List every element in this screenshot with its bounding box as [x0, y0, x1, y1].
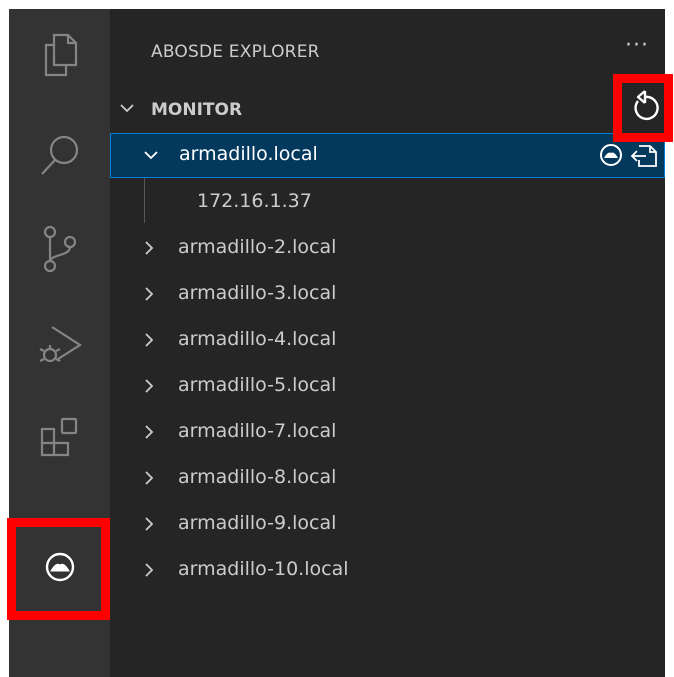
tree-item-armadillo-7[interactable]: armadillo-7.local [110, 410, 665, 455]
run-debug-icon[interactable] [9, 299, 110, 389]
tree-item-armadillo-3[interactable]: armadillo-3.local [110, 272, 665, 317]
tree-item-label: armadillo-7.local [178, 420, 337, 442]
highlight-box-refresh [613, 74, 673, 142]
sidebar: ABOSDE EXPLORER ··· MONITOR armadillo.lo… [110, 9, 665, 677]
search-icon[interactable] [9, 111, 110, 201]
chevron-down-icon [142, 146, 160, 169]
section-label: MONITOR [151, 100, 243, 120]
tree-item-label: armadillo-3.local [178, 282, 337, 304]
monitor-section-header[interactable]: MONITOR [110, 91, 665, 131]
explorer-icon[interactable] [9, 9, 110, 99]
abosde-connect-icon[interactable] [598, 142, 624, 173]
tree-item-label: armadillo-2.local [178, 236, 337, 258]
source-control-icon[interactable] [9, 204, 110, 294]
tree-item-armadillo-5[interactable]: armadillo-5.local [110, 364, 665, 409]
tree-item-armadillo-8[interactable]: armadillo-8.local [110, 456, 665, 501]
sidebar-title: ABOSDE EXPLORER [151, 42, 320, 62]
chevron-right-icon [142, 515, 156, 538]
tree-item-armadillo-2[interactable]: armadillo-2.local [110, 226, 665, 271]
chevron-down-icon [118, 99, 136, 121]
tree-item-label: armadillo-9.local [178, 512, 337, 534]
tree-item-label: armadillo-5.local [178, 374, 337, 396]
tree-item-label: 172.16.1.37 [197, 190, 312, 212]
tree-item-label: armadillo-4.local [178, 328, 337, 350]
chevron-right-icon [142, 377, 156, 400]
chevron-right-icon [142, 331, 156, 354]
extensions-icon[interactable] [9, 392, 110, 482]
tree-item-armadillo-4[interactable]: armadillo-4.local [110, 318, 665, 363]
chevron-right-icon [142, 285, 156, 308]
highlight-box-abosde-icon [7, 518, 110, 620]
chevron-right-icon [142, 239, 156, 262]
chevron-right-icon [142, 561, 156, 584]
tree-item-ip-address[interactable]: 172.16.1.37 [110, 180, 665, 225]
chevron-right-icon [142, 469, 156, 492]
tree-item-label: armadillo-10.local [178, 558, 349, 580]
tree-item-armadillo-local[interactable]: armadillo.local [110, 133, 665, 178]
tree-item-armadillo-9[interactable]: armadillo-9.local [110, 502, 665, 547]
chevron-right-icon [142, 423, 156, 446]
tree-item-armadillo-10[interactable]: armadillo-10.local [110, 548, 665, 593]
open-external-icon[interactable] [630, 142, 658, 173]
tree-item-label: armadillo-8.local [178, 466, 337, 488]
more-actions-icon[interactable]: ··· [625, 33, 649, 58]
tree-item-label: armadillo.local [179, 143, 318, 165]
